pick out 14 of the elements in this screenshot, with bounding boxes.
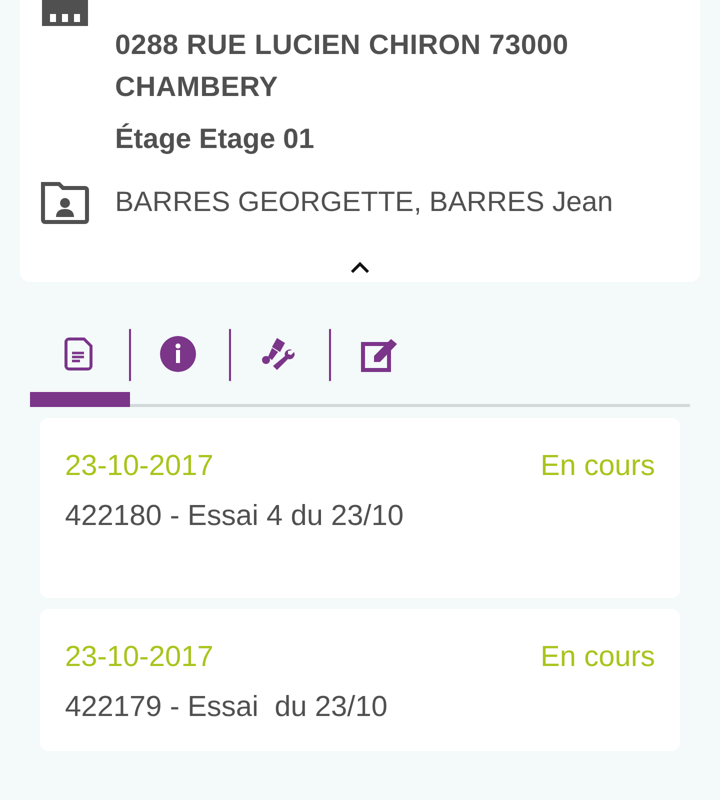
contact-folder-icon xyxy=(40,180,90,224)
date-text: 23-10-2017 xyxy=(65,449,214,484)
address-text: 0288 RUE LUCIEN CHIRON 73000 CHAMBERY xyxy=(115,28,570,104)
intervention-title: 422179 - Essai du 23/10 xyxy=(65,690,388,725)
intervention-card[interactable]: 23-10-2017 En cours 422179 - Essai du 23/10 xyxy=(40,609,680,751)
intervention-title: 422180 - Essai 4 du 23/10 xyxy=(65,499,405,534)
status-text: En cours xyxy=(540,449,655,484)
intervention-card[interactable]: 23-10-2017 En cours 422180 - Essai 4 du 23/10 xyxy=(40,418,680,598)
chevron-icon[interactable] xyxy=(350,260,370,276)
occupants-text: BARRES GEORGETTE, BARRES Jean xyxy=(115,185,613,219)
date-text: 23-10-2017 xyxy=(65,640,214,675)
status-text: En cours xyxy=(540,640,655,675)
floor-text: Étage Etage 01 xyxy=(115,122,316,156)
edit-icon[interactable] xyxy=(360,336,400,374)
